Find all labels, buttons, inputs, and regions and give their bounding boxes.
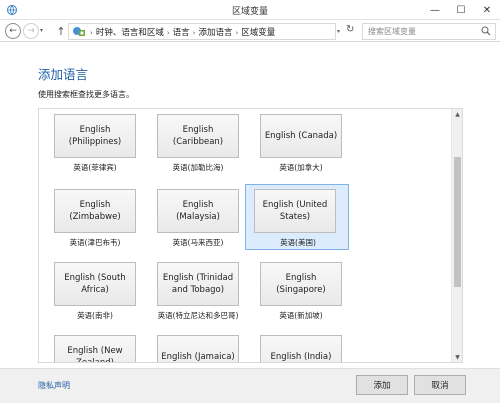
language-tile[interactable]: English (Singapore) 英语(新加坡) — [251, 257, 351, 331]
breadcrumb-item[interactable]: 区域变量 — [241, 28, 275, 38]
language-tile-label: English (Singapore) — [260, 262, 342, 306]
scrollbar-thumb[interactable] — [454, 157, 461, 287]
language-tile-label: English (Canada) — [260, 114, 342, 158]
language-tile-caption: 英语(加勒比海) — [172, 163, 224, 172]
breadcrumb: › 时钟、语言和区域 › 语言 › 添加语言 › 区域变量 — [87, 26, 275, 38]
chevron-right-icon: › — [90, 29, 93, 37]
language-tile-label: English (New Zealand) — [54, 335, 136, 362]
language-tile[interactable]: English (Canada) 英语(加拿大) — [251, 109, 351, 183]
vertical-scrollbar[interactable]: ▲ ▼ — [451, 109, 462, 362]
add-button[interactable]: 添加 — [356, 375, 408, 395]
title-bar: 区域变量 — ☐ ✕ — [0, 0, 500, 20]
search-box[interactable] — [362, 23, 496, 40]
language-tile-label: English (Trinidad and Tobago) — [157, 262, 239, 306]
language-tile-caption: 英语(菲律宾) — [73, 163, 117, 172]
search-input[interactable] — [363, 24, 478, 39]
refresh-icon: ↻ — [346, 24, 355, 35]
privacy-link[interactable]: 隐私声明 — [38, 380, 70, 391]
language-tile-caption: 英语(新加坡) — [279, 311, 323, 320]
language-tile-label: English (South Africa) — [54, 262, 136, 306]
language-tile-caption: 英语(特立尼达和多巴哥) — [157, 311, 239, 320]
arrow-right-icon: → — [27, 26, 35, 36]
language-tile-caption: 英语(美国) — [280, 238, 316, 247]
arrow-up-icon: ↑ — [56, 24, 66, 38]
chevron-right-icon[interactable]: › — [235, 29, 238, 37]
language-tile-caption: 英语(加拿大) — [279, 163, 323, 172]
language-tile-selected[interactable]: English (United States) 英语(美国) — [245, 184, 349, 250]
language-tile-label: English (Philippines) — [54, 114, 136, 158]
forward-button[interactable]: → — [23, 23, 39, 39]
language-tile-caption: 英语(津巴布韦) — [69, 238, 121, 247]
language-tile[interactable]: English (South Africa) 英语(南非) — [45, 257, 145, 331]
language-tile-caption: 英语(马来西亚) — [172, 238, 224, 247]
back-button[interactable]: ← — [5, 23, 21, 39]
address-bar: ← → ▾ ↑ › 时钟、语言和区域 › 语言 › 添加语言 › 区域变量 ▾ ↻ — [0, 20, 500, 42]
footer-bar: 隐私声明 添加 取消 — [0, 368, 500, 403]
recent-locations-dropdown[interactable]: ▾ — [40, 27, 48, 35]
address-field[interactable]: › 时钟、语言和区域 › 语言 › 添加语言 › 区域变量 — [68, 23, 336, 40]
language-tile-caption: 英语(南非) — [77, 311, 113, 320]
language-tile[interactable]: English (Malaysia) 英语(马来西亚) — [148, 184, 248, 258]
language-tile[interactable]: English (India) — [251, 330, 351, 362]
language-tile[interactable]: English (Jamaica) — [148, 330, 248, 362]
language-tile-label: English (Caribbean) — [157, 114, 239, 158]
language-tile[interactable]: English (Caribbean) 英语(加勒比海) — [148, 109, 248, 183]
language-tile[interactable]: English (New Zealand) — [45, 330, 145, 362]
language-tile[interactable]: English (Zimbabwe) 英语(津巴布韦) — [45, 184, 145, 258]
language-tile[interactable]: English (Trinidad and Tobago) 英语(特立尼达和多巴… — [148, 257, 248, 331]
breadcrumb-item[interactable]: 添加语言 — [198, 28, 232, 38]
chevron-right-icon[interactable]: › — [193, 29, 196, 37]
up-button[interactable]: ↑ — [53, 23, 69, 39]
control-panel-icon — [73, 27, 85, 36]
instruction-text: 使用搜索框查找更多语言。 — [38, 90, 134, 99]
search-icon[interactable] — [481, 26, 491, 36]
arrow-left-icon: ← — [9, 26, 17, 36]
minimize-button[interactable]: — — [422, 0, 448, 20]
address-history-dropdown[interactable]: ▾ — [337, 28, 340, 35]
cancel-button[interactable]: 取消 — [414, 375, 466, 395]
breadcrumb-item[interactable]: 语言 — [173, 28, 190, 38]
chevron-right-icon[interactable]: › — [167, 29, 170, 37]
language-list[interactable]: English (Philippines) 英语(菲律宾) English (C… — [38, 108, 463, 363]
maximize-button[interactable]: ☐ — [448, 0, 474, 20]
breadcrumb-item[interactable]: 时钟、语言和区域 — [96, 28, 164, 38]
page-title: 添加语言 — [38, 67, 89, 82]
scroll-down-icon[interactable]: ▼ — [452, 352, 462, 362]
language-tile-label: English (United States) — [254, 189, 336, 233]
language-tile-label: English (Zimbabwe) — [54, 189, 136, 233]
language-tile-label: English (Malaysia) — [157, 189, 239, 233]
close-button[interactable]: ✕ — [474, 0, 500, 20]
language-tile-label: English (India) — [260, 335, 342, 362]
refresh-button[interactable]: ↻ — [346, 24, 354, 35]
scroll-up-icon[interactable]: ▲ — [452, 109, 462, 121]
language-tile-label: English (Jamaica) — [157, 335, 239, 362]
language-tile[interactable]: English (Philippines) 英语(菲律宾) — [45, 109, 145, 183]
